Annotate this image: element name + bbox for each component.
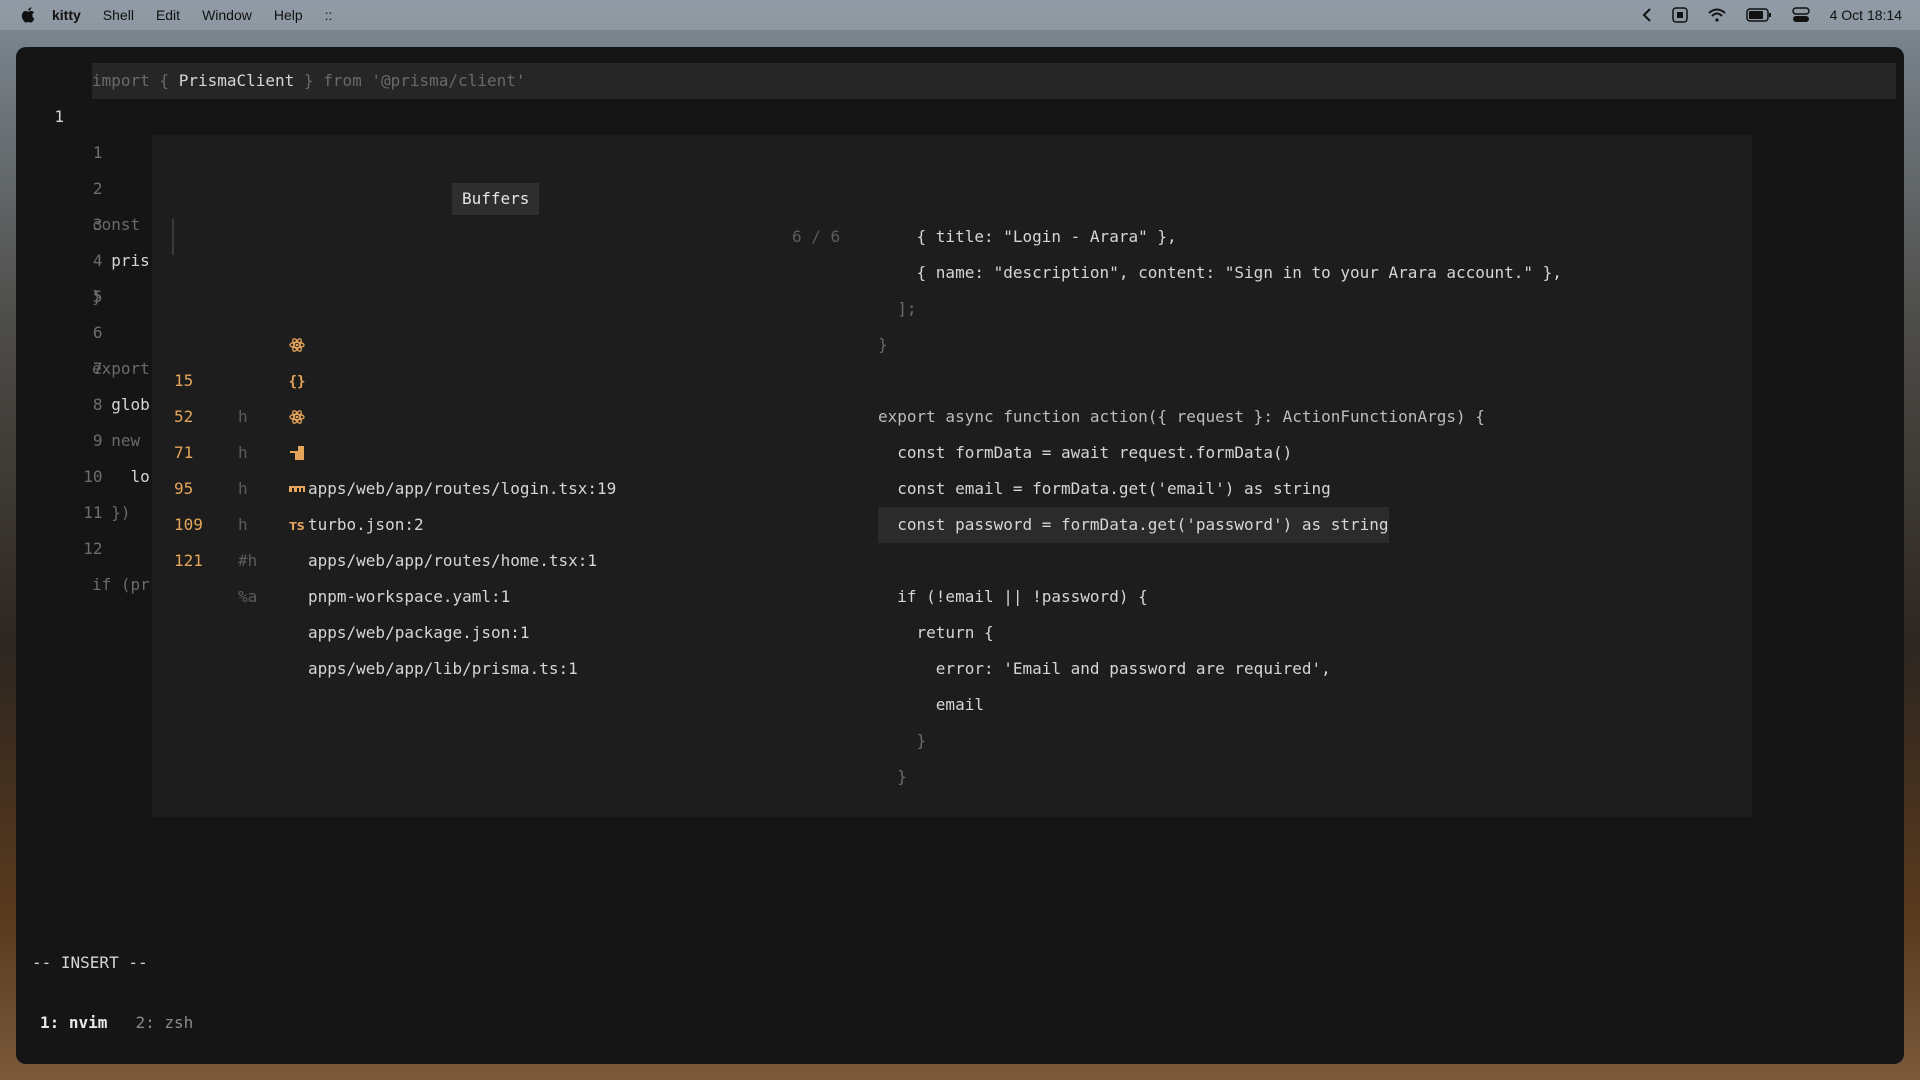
editor-line: 1 xyxy=(16,99,103,162)
apple-icon[interactable] xyxy=(20,6,38,24)
buffer-flag: %a xyxy=(238,587,258,606)
preview-line: } xyxy=(878,767,907,786)
preview-line: { name: "description", content: "Sign in… xyxy=(878,263,1562,282)
line-number: 1 xyxy=(92,143,103,162)
buffer-flag: h xyxy=(238,443,248,462)
pnpm-icon xyxy=(290,446,304,460)
react-icon xyxy=(289,410,305,424)
menu-extra[interactable]: :: xyxy=(325,7,333,23)
buffer-flag: #h xyxy=(238,551,258,570)
buffer-item[interactable]: 52 h {} turbo.json:2 xyxy=(152,363,424,534)
menu-app-kitty[interactable]: kitty xyxy=(52,7,81,23)
line-number: 12 xyxy=(83,539,103,558)
editor-line: 9 lo xyxy=(16,387,150,486)
line-number: 9 xyxy=(92,431,103,450)
battery-icon[interactable] xyxy=(1745,8,1772,22)
preview-line: error: 'Email and password are required'… xyxy=(878,659,1331,678)
editor-line: 5 xyxy=(16,243,103,306)
chevron-left-icon[interactable] xyxy=(1642,8,1652,22)
npm-icon xyxy=(289,486,305,492)
menu-edit[interactable]: Edit xyxy=(156,7,180,23)
code-text: if (pr xyxy=(92,575,150,594)
tab-nvim[interactable]: 1: nvim xyxy=(40,1005,107,1041)
preview-line: { title: "Login - Arara" }, xyxy=(878,227,1177,246)
buffer-name: apps/web/app/routes/home.tsx:1 xyxy=(308,551,597,570)
tab-zsh[interactable]: 2: zsh xyxy=(135,1005,193,1041)
line-number: 4 xyxy=(92,251,103,270)
buffer-item[interactable]: 15 h apps/web/app/routes/login.tsx:19 xyxy=(152,327,616,498)
preview-line: return { xyxy=(878,623,994,642)
line-number: 7 xyxy=(92,359,103,378)
buffer-item[interactable]: 121 %a TS apps/web/app/lib/prisma.ts:1 xyxy=(152,507,578,678)
mode-indicator: -- INSERT -- xyxy=(32,953,148,972)
screen-icon[interactable] xyxy=(1671,7,1688,23)
preview-line: email xyxy=(878,695,984,714)
buffer-item[interactable]: 71 h apps/web/app/routes/home.tsx:1 xyxy=(152,399,597,570)
editor-line: 8 new xyxy=(16,351,140,450)
wifi-icon[interactable] xyxy=(1707,8,1726,22)
svg-text:TS: TS xyxy=(289,520,305,533)
buffer-name: apps/web/package.json:1 xyxy=(308,623,530,642)
menubar-status-area: 4 Oct 18:14 xyxy=(1642,0,1902,30)
menu-shell[interactable]: Shell xyxy=(103,7,134,23)
menu-help[interactable]: Help xyxy=(274,7,303,23)
line-number: 2 xyxy=(92,179,103,198)
buffer-flag: h xyxy=(238,407,248,426)
editor-line: 12 if (pr xyxy=(16,495,150,594)
code-segment: } from '@prisma/client' xyxy=(294,71,526,90)
line-number: 6 xyxy=(92,323,103,342)
editor-line: 11 xyxy=(16,459,102,522)
picker-prompt-cursor xyxy=(172,219,174,255)
tab-bar: 1: nvim 2: zsh xyxy=(40,1005,193,1041)
code-segment: import { xyxy=(92,71,179,90)
menu-bar: kitty Shell Edit Window Help :: 4 Oct 18… xyxy=(0,0,1920,30)
editor-line: 6 export xyxy=(16,279,150,378)
buffer-flag: h xyxy=(238,515,248,534)
preview-line: if (!email || !password) { xyxy=(878,587,1148,606)
terminal-window[interactable]: 1 import { PrismaClient } from '@prisma/… xyxy=(16,47,1904,1064)
editor-line: 10 }) xyxy=(16,423,130,522)
preview-line: export async function action({ request }… xyxy=(878,407,1485,426)
buffer-name: apps/web/app/lib/prisma.ts:1 xyxy=(308,659,578,678)
buffer-name: turbo.json:2 xyxy=(308,515,424,534)
line-number: 11 xyxy=(83,503,103,522)
line-number: 10 xyxy=(83,467,103,486)
control-center-icon[interactable] xyxy=(1791,7,1810,23)
buffer-item[interactable]: 95 h pnpm-workspace.yaml:1 xyxy=(152,435,510,606)
line-number: 8 xyxy=(92,395,103,414)
line-number: 3 xyxy=(92,215,103,234)
current-line-code[interactable]: import { PrismaClient } from '@prisma/cl… xyxy=(92,63,1896,99)
picker-title: Buffers xyxy=(452,183,540,215)
preview-line-highlighted: const password = formData.get('password'… xyxy=(878,507,1389,543)
svg-text:{}: {} xyxy=(289,374,306,390)
typescript-icon: TS xyxy=(289,520,305,533)
json-icon: {} xyxy=(289,374,306,390)
preview-line: } xyxy=(878,335,888,354)
editor-line: 7 glob xyxy=(16,315,150,414)
preview-line: } xyxy=(878,731,927,750)
preview-line: const email = formData.get('email') as s… xyxy=(878,479,1331,498)
menu-window[interactable]: Window xyxy=(202,7,252,23)
menubar-clock[interactable]: 4 Oct 18:14 xyxy=(1830,7,1902,23)
buffer-item[interactable]: 109 #h apps/web/package.json:1 xyxy=(152,471,530,642)
buffer-flag: h xyxy=(238,479,248,498)
current-line: 1 xyxy=(16,63,64,126)
picker-counter: 6 / 6 xyxy=(792,227,841,246)
code-segment: PrismaClient xyxy=(178,71,295,90)
preview-line: const formData = await request.formData(… xyxy=(878,443,1293,462)
editor-line: 2 const xyxy=(16,135,140,234)
editor-line: 4 } xyxy=(16,207,103,306)
buffer-name: apps/web/app/routes/login.tsx:19 xyxy=(308,479,617,498)
preview-line: ]; xyxy=(878,299,917,318)
buffer-name: pnpm-workspace.yaml:1 xyxy=(308,587,511,606)
buffer-number: 121 xyxy=(174,551,203,570)
editor-line: 3 pris xyxy=(16,171,150,270)
buffers-picker[interactable]: Buffers 6 / 6 15 h apps/web/app/routes/l… xyxy=(152,135,1752,817)
line-number: 5 xyxy=(92,287,103,306)
react-icon xyxy=(289,338,305,352)
